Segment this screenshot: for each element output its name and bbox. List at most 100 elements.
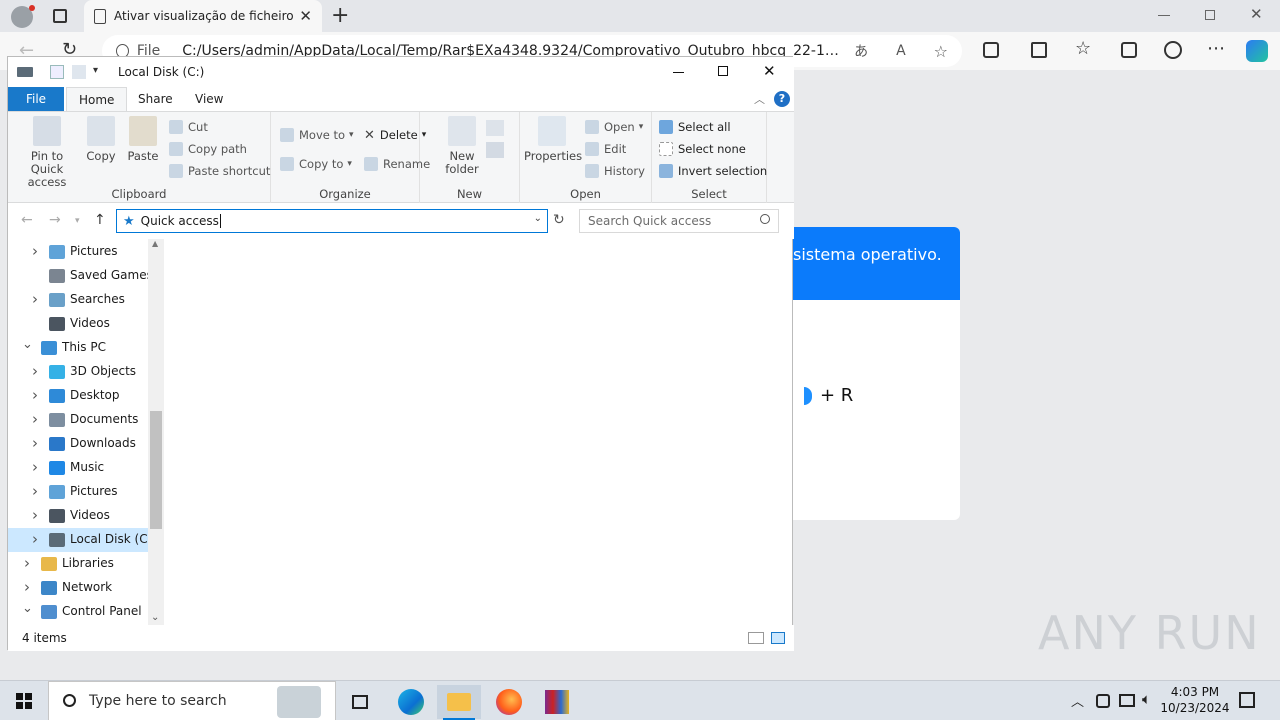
start-windows-icon[interactable] xyxy=(16,693,32,709)
chevron-right-icon[interactable]: › xyxy=(30,458,40,476)
address-path-input[interactable]: ★ Quick access ⌄ xyxy=(116,209,548,233)
show-hidden-icons-icon[interactable]: ︿ xyxy=(1071,691,1084,710)
explorer-minimize-icon[interactable] xyxy=(673,72,684,73)
delete-button[interactable]: ✕ Delete ▾ xyxy=(364,126,426,144)
chevron-right-icon[interactable]: › xyxy=(30,362,40,380)
nav-tree-item[interactable]: › Downloads xyxy=(8,432,148,456)
nav-tree-item[interactable]: ⌄ This PC xyxy=(8,336,148,360)
taskbar-search-box[interactable]: Type here to search xyxy=(48,681,336,720)
settings-more-icon[interactable]: ⋯ xyxy=(1207,38,1225,59)
details-view-icon[interactable] xyxy=(748,632,764,644)
scrollbar-thumb[interactable] xyxy=(150,411,162,529)
explorer-close-icon[interactable]: ✕ xyxy=(763,62,776,80)
easy-access-icon[interactable] xyxy=(486,142,504,158)
nav-tree-item[interactable]: › Pictures xyxy=(8,480,148,504)
chevron-right-icon[interactable]: › xyxy=(30,386,40,404)
paste-button[interactable]: Paste xyxy=(126,116,160,163)
properties-quick-icon[interactable] xyxy=(50,65,64,79)
translate-icon[interactable]: あ xyxy=(854,41,868,61)
cut-button[interactable]: Cut xyxy=(169,118,208,136)
tray-app-icon[interactable] xyxy=(1096,694,1110,708)
tab-home[interactable]: Home xyxy=(66,87,128,111)
chevron-right-icon[interactable]: › xyxy=(30,482,40,500)
nav-tree-item[interactable]: › 3D Objects xyxy=(8,360,148,384)
new-item-icon[interactable] xyxy=(486,120,504,136)
chevron-right-icon[interactable]: › xyxy=(30,506,40,524)
large-icons-view-icon[interactable] xyxy=(771,632,785,644)
extensions-icon[interactable] xyxy=(983,42,999,58)
edge-taskbar-icon[interactable] xyxy=(389,685,433,719)
history-button[interactable]: History xyxy=(585,162,645,180)
chevron-right-icon[interactable]: › xyxy=(30,410,40,428)
select-all-button[interactable]: Select all xyxy=(659,118,731,136)
scroll-up-icon[interactable]: ▲ xyxy=(152,239,158,248)
close-window-icon[interactable]: ✕ xyxy=(1250,5,1263,23)
chevron-down-icon[interactable]: ⌄ xyxy=(22,601,33,616)
customize-qat-icon[interactable]: ▾ xyxy=(93,65,98,76)
up-arrow-icon[interactable]: ↑ xyxy=(94,212,106,228)
nav-tree-item[interactable]: Videos xyxy=(8,312,148,336)
chevron-right-icon[interactable]: › xyxy=(30,434,40,452)
copy-path-button[interactable]: Copy path xyxy=(169,140,247,158)
firefox-taskbar-icon[interactable] xyxy=(487,685,531,719)
favorites-icon[interactable]: ☆ xyxy=(1075,38,1091,59)
tab-actions-icon[interactable] xyxy=(53,9,67,23)
back-arrow-icon[interactable]: ← xyxy=(21,212,33,228)
chevron-down-icon[interactable]: ⌄ xyxy=(22,337,33,352)
file-list-pane[interactable] xyxy=(164,239,792,625)
browser-tab-active[interactable]: Ativar visualização de ficheiro ✕ xyxy=(84,0,322,32)
new-tab-icon[interactable]: + xyxy=(331,3,349,28)
nav-tree-item[interactable]: Saved Games xyxy=(8,264,153,288)
forward-arrow-icon[interactable]: → xyxy=(49,212,61,228)
tab-share[interactable]: Share xyxy=(126,87,185,111)
paste-shortcut-button[interactable]: Paste shortcut xyxy=(169,162,270,180)
new-folder-quick-icon[interactable] xyxy=(72,65,86,79)
nav-tree-item[interactable]: › Network xyxy=(8,576,148,600)
volume-icon[interactable]: 🔈︎ xyxy=(1142,690,1151,708)
task-view-icon[interactable] xyxy=(338,685,382,719)
explorer-maximize-icon[interactable] xyxy=(718,66,728,76)
nav-tree-item[interactable]: › Music xyxy=(8,456,148,480)
refresh-path-icon[interactable]: ↻ xyxy=(553,212,565,228)
nav-tree-item[interactable]: › Pictures xyxy=(8,240,148,264)
read-aloud-icon[interactable]: A xyxy=(896,43,906,59)
properties-button[interactable]: Properties xyxy=(524,116,582,163)
nav-tree-item[interactable]: › Videos xyxy=(8,504,148,528)
nav-tree-item[interactable]: › Searches xyxy=(8,288,148,312)
open-button[interactable]: Open ▾ xyxy=(585,118,643,136)
recent-locations-icon[interactable]: ▾ xyxy=(75,216,80,226)
move-to-button[interactable]: Move to ▾ xyxy=(280,126,354,144)
collections-icon[interactable] xyxy=(1121,42,1137,58)
pin-to-quick-access-button[interactable]: Pin to Quick access xyxy=(14,116,80,189)
chevron-right-icon[interactable]: › xyxy=(30,530,40,548)
close-tab-icon[interactable]: ✕ xyxy=(299,7,312,25)
chevron-right-icon[interactable]: › xyxy=(30,242,40,260)
chevron-right-icon[interactable]: › xyxy=(30,290,40,308)
new-folder-button[interactable]: New folder xyxy=(442,116,482,176)
tab-view[interactable]: View xyxy=(183,87,235,111)
notifications-icon[interactable] xyxy=(1239,692,1255,708)
explorer-search-input[interactable]: Search Quick access xyxy=(579,209,779,233)
file-explorer-taskbar-icon[interactable] xyxy=(437,685,481,719)
collapse-ribbon-icon[interactable]: ︿ xyxy=(754,91,765,107)
navigation-scrollbar[interactable]: ▲ ⌄ xyxy=(148,239,164,625)
restore-icon[interactable] xyxy=(1205,10,1215,20)
favorite-star-icon[interactable]: ☆ xyxy=(934,42,948,61)
copilot-icon[interactable] xyxy=(1246,40,1268,62)
nav-tree-item[interactable]: › Libraries xyxy=(8,552,148,576)
nav-tree-item[interactable]: › Documents xyxy=(8,408,148,432)
nav-tree-item[interactable]: ⌄ Control Panel xyxy=(8,600,148,624)
path-dropdown-icon[interactable]: ⌄ xyxy=(534,213,542,224)
select-none-button[interactable]: Select none xyxy=(659,140,746,158)
minimize-icon[interactable] xyxy=(1158,15,1170,16)
nav-tree-item[interactable]: › Local Disk (C:) xyxy=(8,528,156,552)
copy-button[interactable]: Copy xyxy=(86,116,116,163)
tab-file[interactable]: File xyxy=(8,87,64,111)
help-icon[interactable]: ? xyxy=(774,91,790,107)
scroll-down-icon[interactable]: ⌄ xyxy=(151,612,159,623)
edit-button[interactable]: Edit xyxy=(585,140,626,158)
chevron-right-icon[interactable]: › xyxy=(22,554,32,572)
winrar-taskbar-icon[interactable] xyxy=(535,685,579,719)
copy-to-button[interactable]: Copy to ▾ xyxy=(280,155,352,173)
invert-selection-button[interactable]: Invert selection xyxy=(659,162,767,180)
